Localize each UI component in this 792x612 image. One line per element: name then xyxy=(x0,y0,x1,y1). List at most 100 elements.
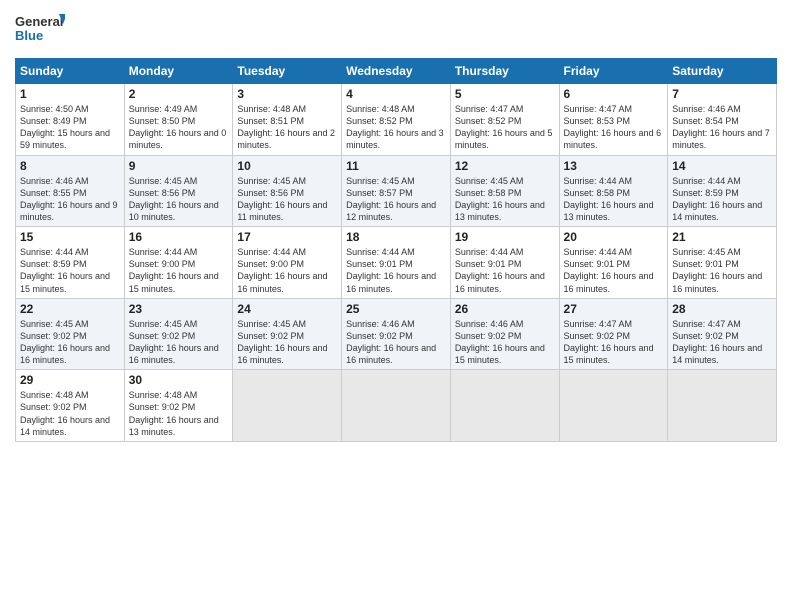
day-number: 2 xyxy=(129,87,229,101)
day-number: 13 xyxy=(564,159,664,173)
header-day-sunday: Sunday xyxy=(16,59,125,84)
day-detail: Sunrise: 4:48 AMSunset: 9:02 PMDaylight:… xyxy=(129,389,229,438)
week-row-4: 22 Sunrise: 4:45 AMSunset: 9:02 PMDayligh… xyxy=(16,298,777,370)
day-number: 28 xyxy=(672,302,772,316)
day-cell: 13 Sunrise: 4:44 AMSunset: 8:58 PMDayligh… xyxy=(559,155,668,227)
day-detail: Sunrise: 4:48 AMSunset: 8:52 PMDaylight:… xyxy=(346,103,446,152)
header-day-tuesday: Tuesday xyxy=(233,59,342,84)
day-number: 27 xyxy=(564,302,664,316)
day-detail: Sunrise: 4:47 AMSunset: 9:02 PMDaylight:… xyxy=(564,318,664,367)
day-cell: 14 Sunrise: 4:44 AMSunset: 8:59 PMDayligh… xyxy=(668,155,777,227)
day-number: 29 xyxy=(20,373,120,387)
day-detail: Sunrise: 4:46 AMSunset: 8:55 PMDaylight:… xyxy=(20,175,120,224)
day-detail: Sunrise: 4:46 AMSunset: 9:02 PMDaylight:… xyxy=(346,318,446,367)
day-detail: Sunrise: 4:45 AMSunset: 8:58 PMDaylight:… xyxy=(455,175,555,224)
day-cell: 17 Sunrise: 4:44 AMSunset: 9:00 PMDayligh… xyxy=(233,227,342,299)
day-detail: Sunrise: 4:45 AMSunset: 9:01 PMDaylight:… xyxy=(672,246,772,295)
day-detail: Sunrise: 4:46 AMSunset: 8:54 PMDaylight:… xyxy=(672,103,772,152)
day-detail: Sunrise: 4:44 AMSunset: 9:00 PMDaylight:… xyxy=(237,246,337,295)
svg-text:Blue: Blue xyxy=(15,28,43,43)
day-number: 14 xyxy=(672,159,772,173)
day-detail: Sunrise: 4:45 AMSunset: 8:57 PMDaylight:… xyxy=(346,175,446,224)
day-detail: Sunrise: 4:45 AMSunset: 9:02 PMDaylight:… xyxy=(129,318,229,367)
day-number: 25 xyxy=(346,302,446,316)
day-cell xyxy=(559,370,668,442)
day-number: 12 xyxy=(455,159,555,173)
day-number: 9 xyxy=(129,159,229,173)
day-cell: 4 Sunrise: 4:48 AMSunset: 8:52 PMDaylight… xyxy=(342,84,451,156)
day-detail: Sunrise: 4:45 AMSunset: 9:02 PMDaylight:… xyxy=(237,318,337,367)
day-cell: 16Sunrise: 4:44 AMSunset: 9:00 PMDayligh… xyxy=(124,227,233,299)
day-cell xyxy=(342,370,451,442)
header-day-thursday: Thursday xyxy=(450,59,559,84)
calendar: SundayMondayTuesdayWednesdayThursdayFrid… xyxy=(15,58,777,442)
day-number: 19 xyxy=(455,230,555,244)
day-cell: 26Sunrise: 4:46 AMSunset: 9:02 PMDayligh… xyxy=(450,298,559,370)
day-number: 20 xyxy=(564,230,664,244)
day-number: 24 xyxy=(237,302,337,316)
day-number: 18 xyxy=(346,230,446,244)
day-number: 17 xyxy=(237,230,337,244)
day-detail: Sunrise: 4:44 AMSunset: 8:59 PMDaylight:… xyxy=(672,175,772,224)
day-detail: Sunrise: 4:44 AMSunset: 9:01 PMDaylight:… xyxy=(346,246,446,295)
logo-svg: General Blue xyxy=(15,10,65,50)
day-cell: 23 Sunrise: 4:45 AMSunset: 9:02 PMDayligh… xyxy=(124,298,233,370)
calendar-body: 1Sunrise: 4:50 AMSunset: 8:49 PMDaylight… xyxy=(16,84,777,442)
day-cell: 6 Sunrise: 4:47 AMSunset: 8:53 PMDaylight… xyxy=(559,84,668,156)
day-cell: 1Sunrise: 4:50 AMSunset: 8:49 PMDaylight… xyxy=(16,84,125,156)
header-day-wednesday: Wednesday xyxy=(342,59,451,84)
day-cell: 19 Sunrise: 4:44 AMSunset: 9:01 PMDayligh… xyxy=(450,227,559,299)
header-row: SundayMondayTuesdayWednesdayThursdayFrid… xyxy=(16,59,777,84)
day-number: 3 xyxy=(237,87,337,101)
day-detail: Sunrise: 4:44 AMSunset: 8:58 PMDaylight:… xyxy=(564,175,664,224)
day-detail: Sunrise: 4:47 AMSunset: 8:53 PMDaylight:… xyxy=(564,103,664,152)
day-cell: 9Sunrise: 4:45 AMSunset: 8:56 PMDaylight… xyxy=(124,155,233,227)
day-cell xyxy=(233,370,342,442)
day-cell: 20 Sunrise: 4:44 AMSunset: 9:01 PMDayligh… xyxy=(559,227,668,299)
day-cell xyxy=(668,370,777,442)
day-number: 8 xyxy=(20,159,120,173)
week-row-1: 1Sunrise: 4:50 AMSunset: 8:49 PMDaylight… xyxy=(16,84,777,156)
day-cell: 5 Sunrise: 4:47 AMSunset: 8:52 PMDaylight… xyxy=(450,84,559,156)
day-cell: 11 Sunrise: 4:45 AMSunset: 8:57 PMDayligh… xyxy=(342,155,451,227)
day-number: 23 xyxy=(129,302,229,316)
day-detail: Sunrise: 4:44 AMSunset: 8:59 PMDaylight:… xyxy=(20,246,120,295)
day-cell: 8 Sunrise: 4:46 AMSunset: 8:55 PMDaylight… xyxy=(16,155,125,227)
day-number: 11 xyxy=(346,159,446,173)
day-cell: 28 Sunrise: 4:47 AMSunset: 9:02 PMDayligh… xyxy=(668,298,777,370)
header-day-saturday: Saturday xyxy=(668,59,777,84)
day-cell: 29Sunrise: 4:48 AMSunset: 9:02 PMDayligh… xyxy=(16,370,125,442)
day-cell: 24 Sunrise: 4:45 AMSunset: 9:02 PMDayligh… xyxy=(233,298,342,370)
day-detail: Sunrise: 4:44 AMSunset: 9:01 PMDaylight:… xyxy=(455,246,555,295)
day-cell: 2 Sunrise: 4:49 AMSunset: 8:50 PMDaylight… xyxy=(124,84,233,156)
day-cell: 25 Sunrise: 4:46 AMSunset: 9:02 PMDayligh… xyxy=(342,298,451,370)
day-detail: Sunrise: 4:47 AMSunset: 8:52 PMDaylight:… xyxy=(455,103,555,152)
day-cell: 27 Sunrise: 4:47 AMSunset: 9:02 PMDayligh… xyxy=(559,298,668,370)
logo: General Blue xyxy=(15,10,65,50)
header: General Blue xyxy=(15,10,777,50)
day-cell: 12 Sunrise: 4:45 AMSunset: 8:58 PMDayligh… xyxy=(450,155,559,227)
day-detail: Sunrise: 4:44 AMSunset: 9:01 PMDaylight:… xyxy=(564,246,664,295)
day-number: 7 xyxy=(672,87,772,101)
day-cell: 15 Sunrise: 4:44 AMSunset: 8:59 PMDayligh… xyxy=(16,227,125,299)
svg-text:General: General xyxy=(15,14,63,29)
day-cell xyxy=(450,370,559,442)
day-number: 15 xyxy=(20,230,120,244)
header-day-monday: Monday xyxy=(124,59,233,84)
day-number: 1 xyxy=(20,87,120,101)
day-detail: Sunrise: 4:49 AMSunset: 8:50 PMDaylight:… xyxy=(129,103,229,152)
day-number: 22 xyxy=(20,302,120,316)
page: General Blue SundayMondayTuesdayWednesda… xyxy=(0,0,792,612)
day-cell: 10Sunrise: 4:45 AMSunset: 8:56 PMDayligh… xyxy=(233,155,342,227)
day-cell: 7 Sunrise: 4:46 AMSunset: 8:54 PMDaylight… xyxy=(668,84,777,156)
day-number: 5 xyxy=(455,87,555,101)
day-detail: Sunrise: 4:47 AMSunset: 9:02 PMDaylight:… xyxy=(672,318,772,367)
day-cell: 18 Sunrise: 4:44 AMSunset: 9:01 PMDayligh… xyxy=(342,227,451,299)
day-number: 6 xyxy=(564,87,664,101)
day-cell: 3 Sunrise: 4:48 AMSunset: 8:51 PMDaylight… xyxy=(233,84,342,156)
day-number: 4 xyxy=(346,87,446,101)
day-detail: Sunrise: 4:44 AMSunset: 9:00 PMDaylight:… xyxy=(129,246,229,295)
day-number: 10 xyxy=(237,159,337,173)
day-detail: Sunrise: 4:48 AMSunset: 8:51 PMDaylight:… xyxy=(237,103,337,152)
day-cell: 30Sunrise: 4:48 AMSunset: 9:02 PMDayligh… xyxy=(124,370,233,442)
